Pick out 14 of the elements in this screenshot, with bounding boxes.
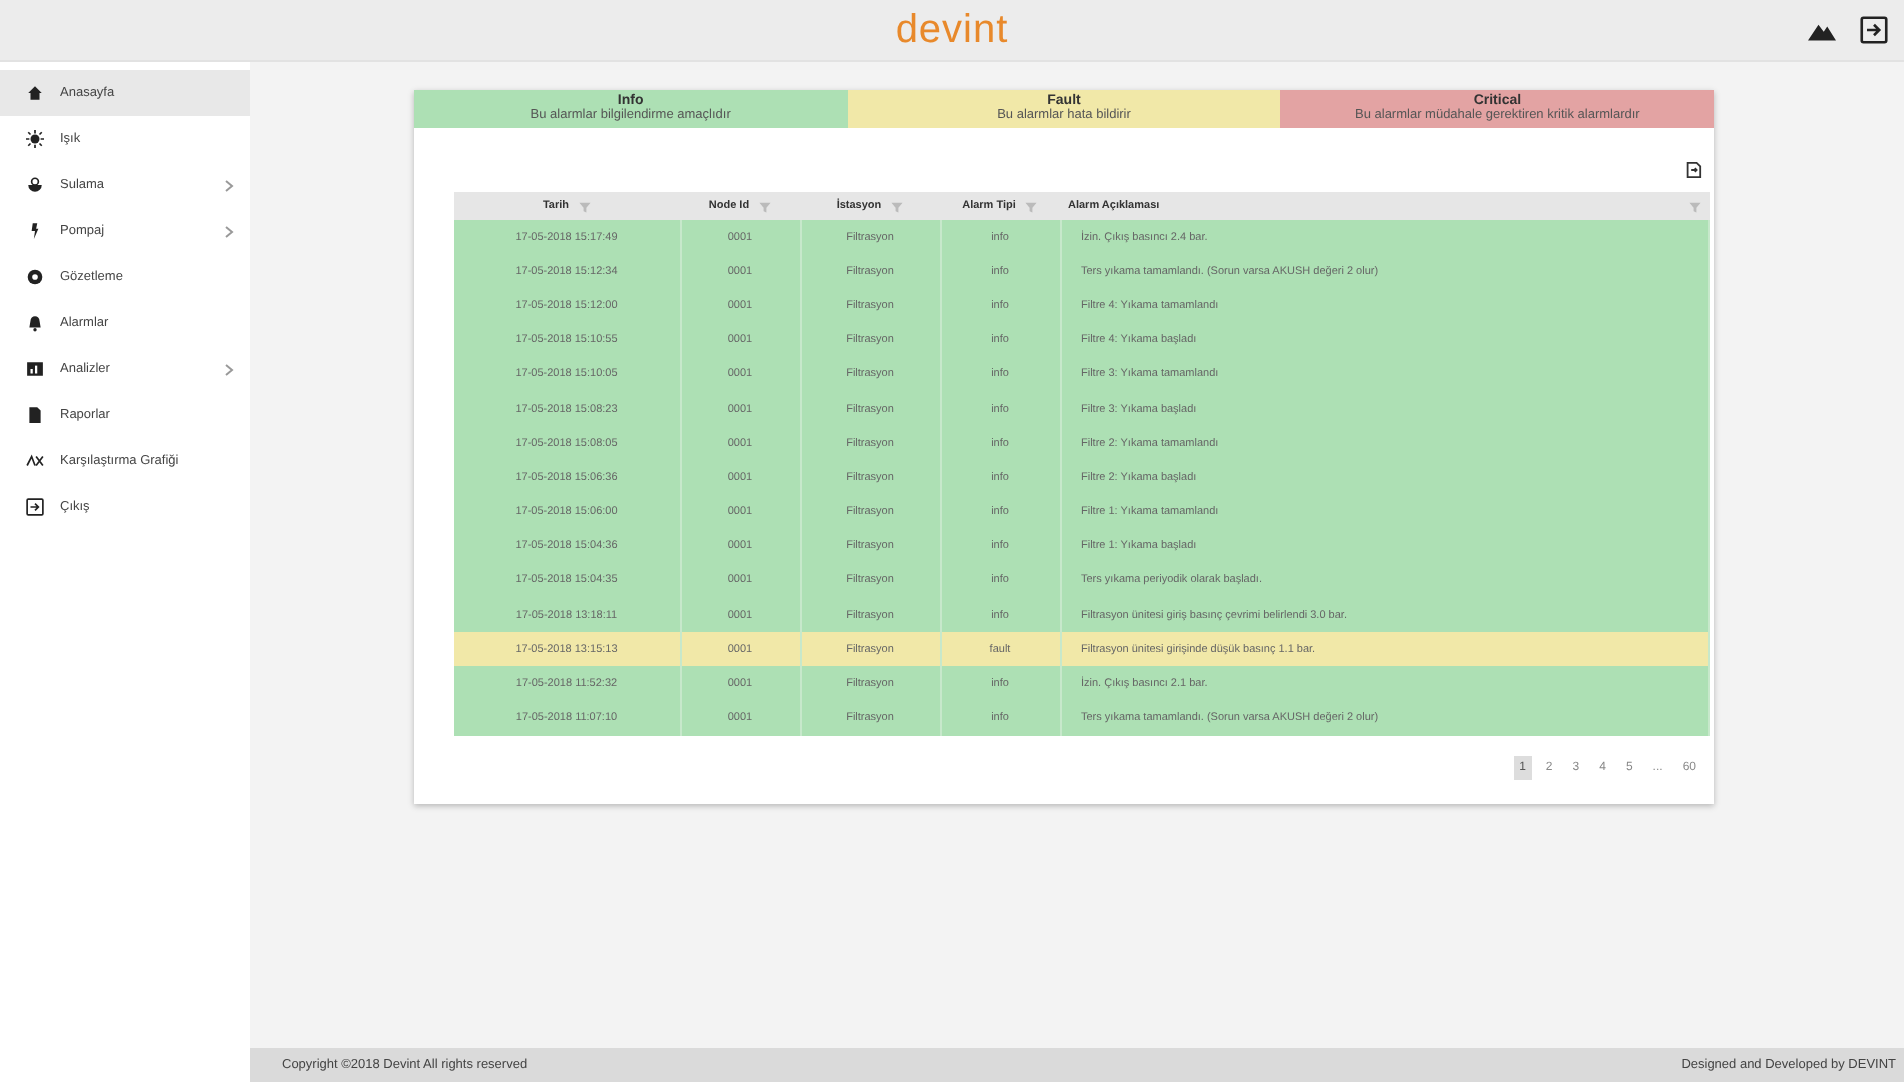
chart-icon [26,360,44,378]
filter-icon[interactable] [1687,199,1701,213]
sun-icon [26,130,44,148]
filter-icon[interactable] [577,199,592,213]
export-icon[interactable] [1684,160,1702,180]
filter-icon[interactable] [757,199,772,213]
bell-icon [26,314,44,332]
filter-icon[interactable] [1023,199,1038,213]
logo: devint [895,7,1009,53]
home-icon [26,84,44,102]
exit-icon[interactable] [1860,16,1888,44]
exit-icon [26,498,44,516]
filter-icon[interactable] [889,199,904,213]
file-icon [26,406,44,424]
